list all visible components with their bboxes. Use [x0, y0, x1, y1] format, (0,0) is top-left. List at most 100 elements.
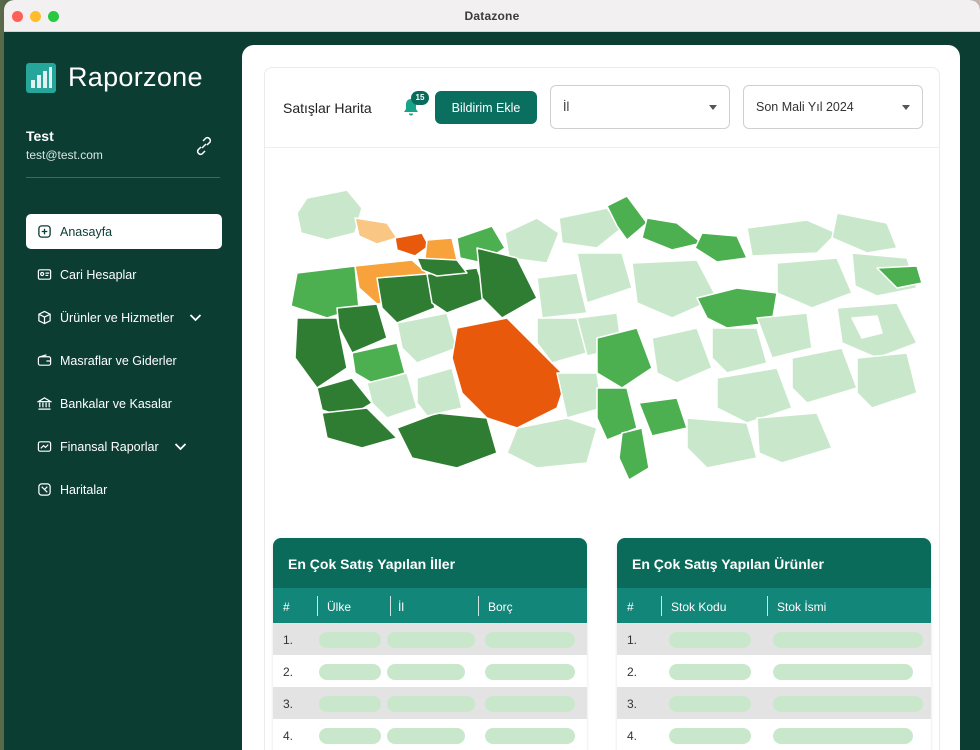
row-number: 4. — [627, 729, 638, 743]
column-header[interactable]: # — [283, 600, 290, 614]
region-antalya — [396, 412, 498, 469]
column-header[interactable]: # — [627, 600, 634, 614]
sidebar-item-label: Anasayfa — [60, 224, 113, 239]
loading-placeholder — [669, 664, 751, 680]
title-bar: Datazone — [4, 0, 980, 32]
region-diyarbakir — [716, 367, 793, 424]
loading-placeholder — [485, 728, 575, 744]
box-icon — [38, 310, 51, 325]
loading-placeholder — [319, 664, 381, 680]
loading-placeholder — [669, 632, 751, 648]
period-select[interactable]: Son Mali Yıl 2024 — [743, 85, 923, 129]
table-row[interactable]: 1. — [617, 623, 931, 655]
maximize-window-button[interactable] — [48, 11, 59, 22]
sidebar-item-cari-hesaplar[interactable]: Cari Hesaplar — [26, 257, 222, 292]
column-divider[interactable] — [317, 596, 318, 616]
wallet-icon — [37, 354, 52, 366]
sidebar: Raporzone Test test@test.com Anasayfa Ca… — [4, 32, 242, 750]
add-notification-button[interactable]: Bildirim Ekle — [435, 91, 537, 124]
sidebar-item-finansal-raporlar[interactable]: Finansal Raporlar — [26, 429, 222, 464]
table-row[interactable]: 4. — [617, 719, 931, 750]
sales-map-card: Satışlar Harita 15 Bildirim Ekle İl Son … — [264, 67, 940, 750]
top-provinces-table: En Çok Satış Yapılan İller # Ülke İl Bor… — [273, 538, 587, 750]
brand[interactable]: Raporzone — [26, 62, 203, 93]
region-yozgat — [576, 252, 633, 304]
table-header: # Stok Kodu Stok İsmi — [617, 588, 931, 623]
sidebar-item-masraflar-ve-giderler[interactable]: Masraflar ve Giderler — [26, 343, 222, 378]
period-select-value: Son Mali Yıl 2024 — [756, 100, 854, 114]
loading-placeholder — [319, 696, 381, 712]
loading-placeholder — [387, 696, 475, 712]
table-row[interactable]: 2. — [273, 655, 587, 687]
user-email: test@test.com — [26, 148, 103, 162]
switch-account-icon[interactable] — [194, 136, 214, 156]
region-artvin — [831, 212, 898, 254]
sidebar-item-label: Cari Hesaplar — [60, 267, 137, 282]
row-number: 3. — [283, 697, 294, 711]
window-title: Datazone — [464, 8, 520, 23]
province-select-value: İl — [563, 100, 570, 114]
column-header[interactable]: İl — [398, 600, 404, 614]
table-row[interactable]: 4. — [273, 719, 587, 750]
loading-placeholder — [773, 728, 913, 744]
brand-name: Raporzone — [68, 62, 203, 92]
column-header[interactable]: Stok İsmi — [777, 600, 826, 614]
sidebar-item-label: Finansal Raporlar — [60, 439, 159, 454]
table-row[interactable]: 2. — [617, 655, 931, 687]
home-icon — [38, 225, 51, 238]
row-number: 3. — [627, 697, 638, 711]
card-header: Satışlar Harita 15 Bildirim Ekle İl Son … — [265, 68, 939, 148]
region-manisa — [336, 303, 388, 354]
sidebar-item-anasayfa[interactable]: Anasayfa — [26, 214, 222, 249]
region-hakkari — [856, 352, 918, 409]
row-number: 1. — [283, 633, 294, 647]
sidebar-item-bankalar-ve-kasalar[interactable]: Bankalar ve Kasalar — [26, 386, 222, 421]
close-window-button[interactable] — [12, 11, 23, 22]
bar-chart-logo-icon — [26, 62, 56, 93]
app-window: Datazone Raporzone Test test@test.com An… — [4, 0, 980, 750]
table-row[interactable]: 3. — [617, 687, 931, 719]
region-mardin — [756, 412, 833, 464]
table-row[interactable]: 3. — [273, 687, 587, 719]
region-kirsehir — [536, 272, 588, 319]
sidebar-item-label: Masraflar ve Giderler — [60, 353, 177, 368]
column-divider[interactable] — [478, 596, 479, 616]
loading-placeholder — [485, 664, 575, 680]
column-divider[interactable] — [767, 596, 768, 616]
column-header[interactable]: Ülke — [327, 600, 351, 614]
region-malatya — [651, 327, 713, 384]
region-sanliurfa — [686, 417, 758, 469]
region-thrace — [296, 189, 363, 241]
chevron-down-icon[interactable] — [173, 439, 188, 454]
table-row[interactable]: 1. — [273, 623, 587, 655]
table-header: # Ülke İl Borç — [273, 588, 587, 623]
column-divider[interactable] — [390, 596, 391, 616]
sidebar-item-label: Haritalar — [60, 482, 108, 497]
minimize-window-button[interactable] — [30, 11, 41, 22]
main-content: Satışlar Harita 15 Bildirim Ekle İl Son … — [242, 45, 960, 750]
sidebar-divider — [26, 177, 220, 178]
column-header[interactable]: Borç — [488, 600, 513, 614]
bank-icon — [37, 397, 52, 410]
province-select[interactable]: İl — [550, 85, 730, 129]
loading-placeholder — [485, 632, 575, 648]
turkey-sales-map[interactable] — [277, 178, 927, 488]
loading-placeholder — [387, 632, 475, 648]
loading-placeholder — [485, 696, 575, 712]
region-ordu — [641, 217, 703, 251]
row-number: 2. — [627, 665, 638, 679]
loading-placeholder — [387, 728, 465, 744]
report-icon — [37, 441, 52, 452]
sidebar-item-urunler-ve-hizmetler[interactable]: Ürünler ve Hizmetler — [26, 300, 222, 335]
region-kutahya — [376, 273, 436, 324]
column-header[interactable]: Stok Kodu — [671, 600, 726, 614]
region-burdur — [416, 367, 463, 417]
column-divider[interactable] — [661, 596, 662, 616]
table-title: En Çok Satış Yapılan Ürünler — [617, 538, 931, 588]
chevron-down-icon[interactable] — [188, 310, 203, 325]
region-elazig — [711, 327, 768, 374]
region-kayseri — [596, 327, 653, 389]
region-hatay — [618, 427, 650, 481]
sidebar-item-haritalar[interactable]: Haritalar — [26, 472, 222, 507]
region-kastamonu — [504, 217, 560, 264]
